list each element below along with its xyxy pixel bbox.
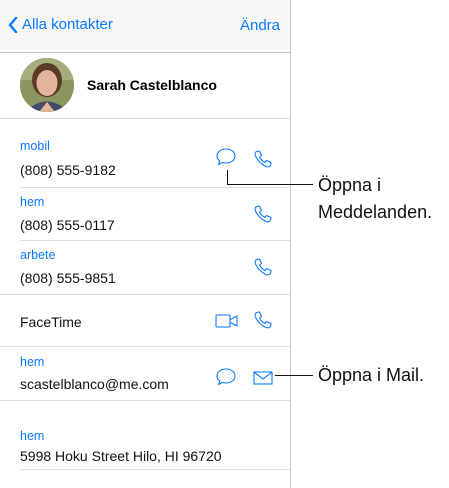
- back-button[interactable]: Alla kontakter: [8, 16, 113, 33]
- edit-button[interactable]: Ändra: [240, 17, 280, 34]
- phone-number: (808) 555-9182: [20, 162, 116, 178]
- divider: [20, 469, 290, 470]
- facetime-label: FaceTime: [20, 314, 82, 330]
- callout-messages-line1: Öppna i: [318, 175, 382, 195]
- phone-icon[interactable]: [253, 310, 273, 330]
- phone-label: hem: [20, 195, 45, 209]
- navigation-bar: Alla kontakter Ändra: [0, 0, 290, 53]
- contact-header: Sarah Castelblanco: [0, 52, 290, 118]
- phone-row-mobile[interactable]: mobil (808) 555-9182: [0, 119, 290, 187]
- chevron-left-icon: [8, 16, 18, 33]
- email-address: scastelblanco@me.com: [20, 376, 169, 392]
- contact-name: Sarah Castelblanco: [87, 77, 217, 93]
- avatar: [20, 58, 74, 112]
- phone-label: mobil: [20, 139, 50, 153]
- phone-icon[interactable]: [253, 204, 273, 224]
- phone-icon[interactable]: [253, 149, 273, 169]
- message-icon[interactable]: [215, 367, 237, 387]
- callout-leader-messages-vertical: [227, 170, 228, 184]
- mail-icon[interactable]: [253, 371, 273, 385]
- phone-icon[interactable]: [253, 257, 273, 277]
- message-icon[interactable]: [215, 147, 237, 167]
- email-row[interactable]: hem scastelblanco@me.com: [0, 347, 290, 400]
- phone-label: arbete: [20, 248, 56, 262]
- phone-number: (808) 555-9851: [20, 270, 116, 286]
- back-button-label: Alla kontakter: [22, 16, 113, 33]
- callout-leader-messages: [227, 184, 313, 185]
- facetime-row[interactable]: FaceTime: [0, 295, 290, 346]
- callout-leader-mail: [275, 375, 313, 376]
- phone-row-work[interactable]: arbete (808) 555-9851: [0, 241, 290, 294]
- callout-messages: Öppna i Meddelanden.: [318, 172, 432, 226]
- address-label: hem: [20, 429, 45, 443]
- avatar-photo: [20, 58, 74, 112]
- address-row[interactable]: hem 5998 Hoku Street Hilo, HI 96720: [0, 401, 290, 469]
- address-value: 5998 Hoku Street Hilo, HI 96720: [20, 448, 222, 464]
- phone-row-home[interactable]: hem (808) 555-0117: [0, 188, 290, 240]
- email-label: hem: [20, 355, 45, 369]
- callout-mail: Öppna i Mail.: [318, 365, 425, 385]
- video-camera-icon[interactable]: [215, 313, 239, 329]
- contact-card-screen: Alla kontakter Ändra Sarah Castelblanco …: [0, 0, 291, 488]
- phone-number: (808) 555-0117: [20, 217, 115, 233]
- callout-messages-line2: Meddelanden.: [318, 202, 433, 222]
